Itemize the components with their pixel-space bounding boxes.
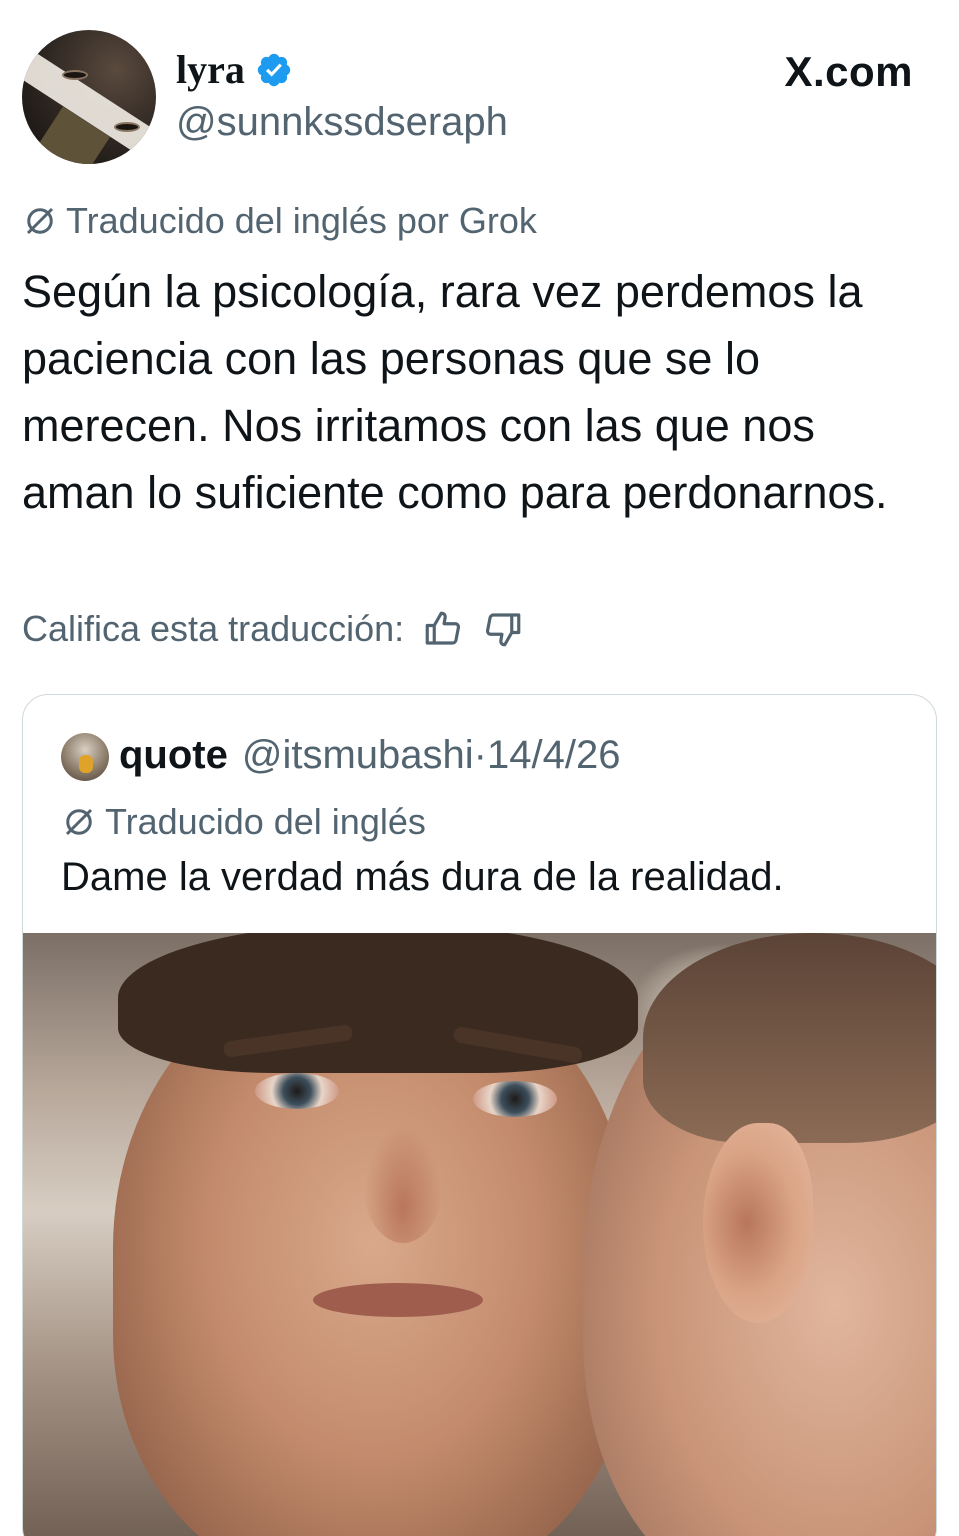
translate-icon: [65, 808, 93, 836]
author-handle[interactable]: @sunnkssdseraph: [176, 100, 508, 145]
site-label: X.com: [784, 48, 913, 95]
thumbs-down-icon[interactable]: [482, 608, 524, 650]
quote-body: Dame la verdad más dura de la realidad.: [61, 855, 784, 899]
quote-display-name[interactable]: quote: [119, 733, 228, 778]
author-name-row: lyra: [176, 46, 293, 93]
quote-media-image[interactable]: [23, 933, 936, 1536]
quote-handle[interactable]: @itsmubashi: [242, 733, 474, 778]
quote-avatar[interactable]: [61, 733, 109, 781]
translate-icon: [26, 207, 54, 235]
translation-note-text: Traducido del inglés por Grok: [66, 200, 537, 241]
tweet-screenshot: lyra @sunnkssdseraph X.com Traducido del…: [0, 0, 959, 1536]
quote-translation-note: Traducido del inglés: [61, 801, 426, 843]
quote-date[interactable]: ·14/4/26: [474, 733, 621, 778]
author-display-name[interactable]: lyra: [176, 46, 245, 93]
rate-prompt: Califica esta traducción:: [22, 608, 405, 649]
translation-note: Traducido del inglés por Grok: [22, 200, 537, 242]
rate-translation-row: Califica esta traducción:: [22, 608, 524, 650]
verified-badge-icon: [257, 53, 291, 86]
tweet-body: Según la psicología, rara vez perdemos l…: [22, 266, 888, 518]
thumbs-up-icon[interactable]: [422, 608, 464, 650]
author-avatar[interactable]: [22, 30, 156, 164]
quote-header: quote @itsmubashi ·14/4/26: [119, 733, 620, 778]
quote-translation-note-text: Traducido del inglés: [105, 801, 426, 842]
quoted-tweet-card[interactable]: quote @itsmubashi ·14/4/26 Traducido del…: [22, 694, 937, 1536]
